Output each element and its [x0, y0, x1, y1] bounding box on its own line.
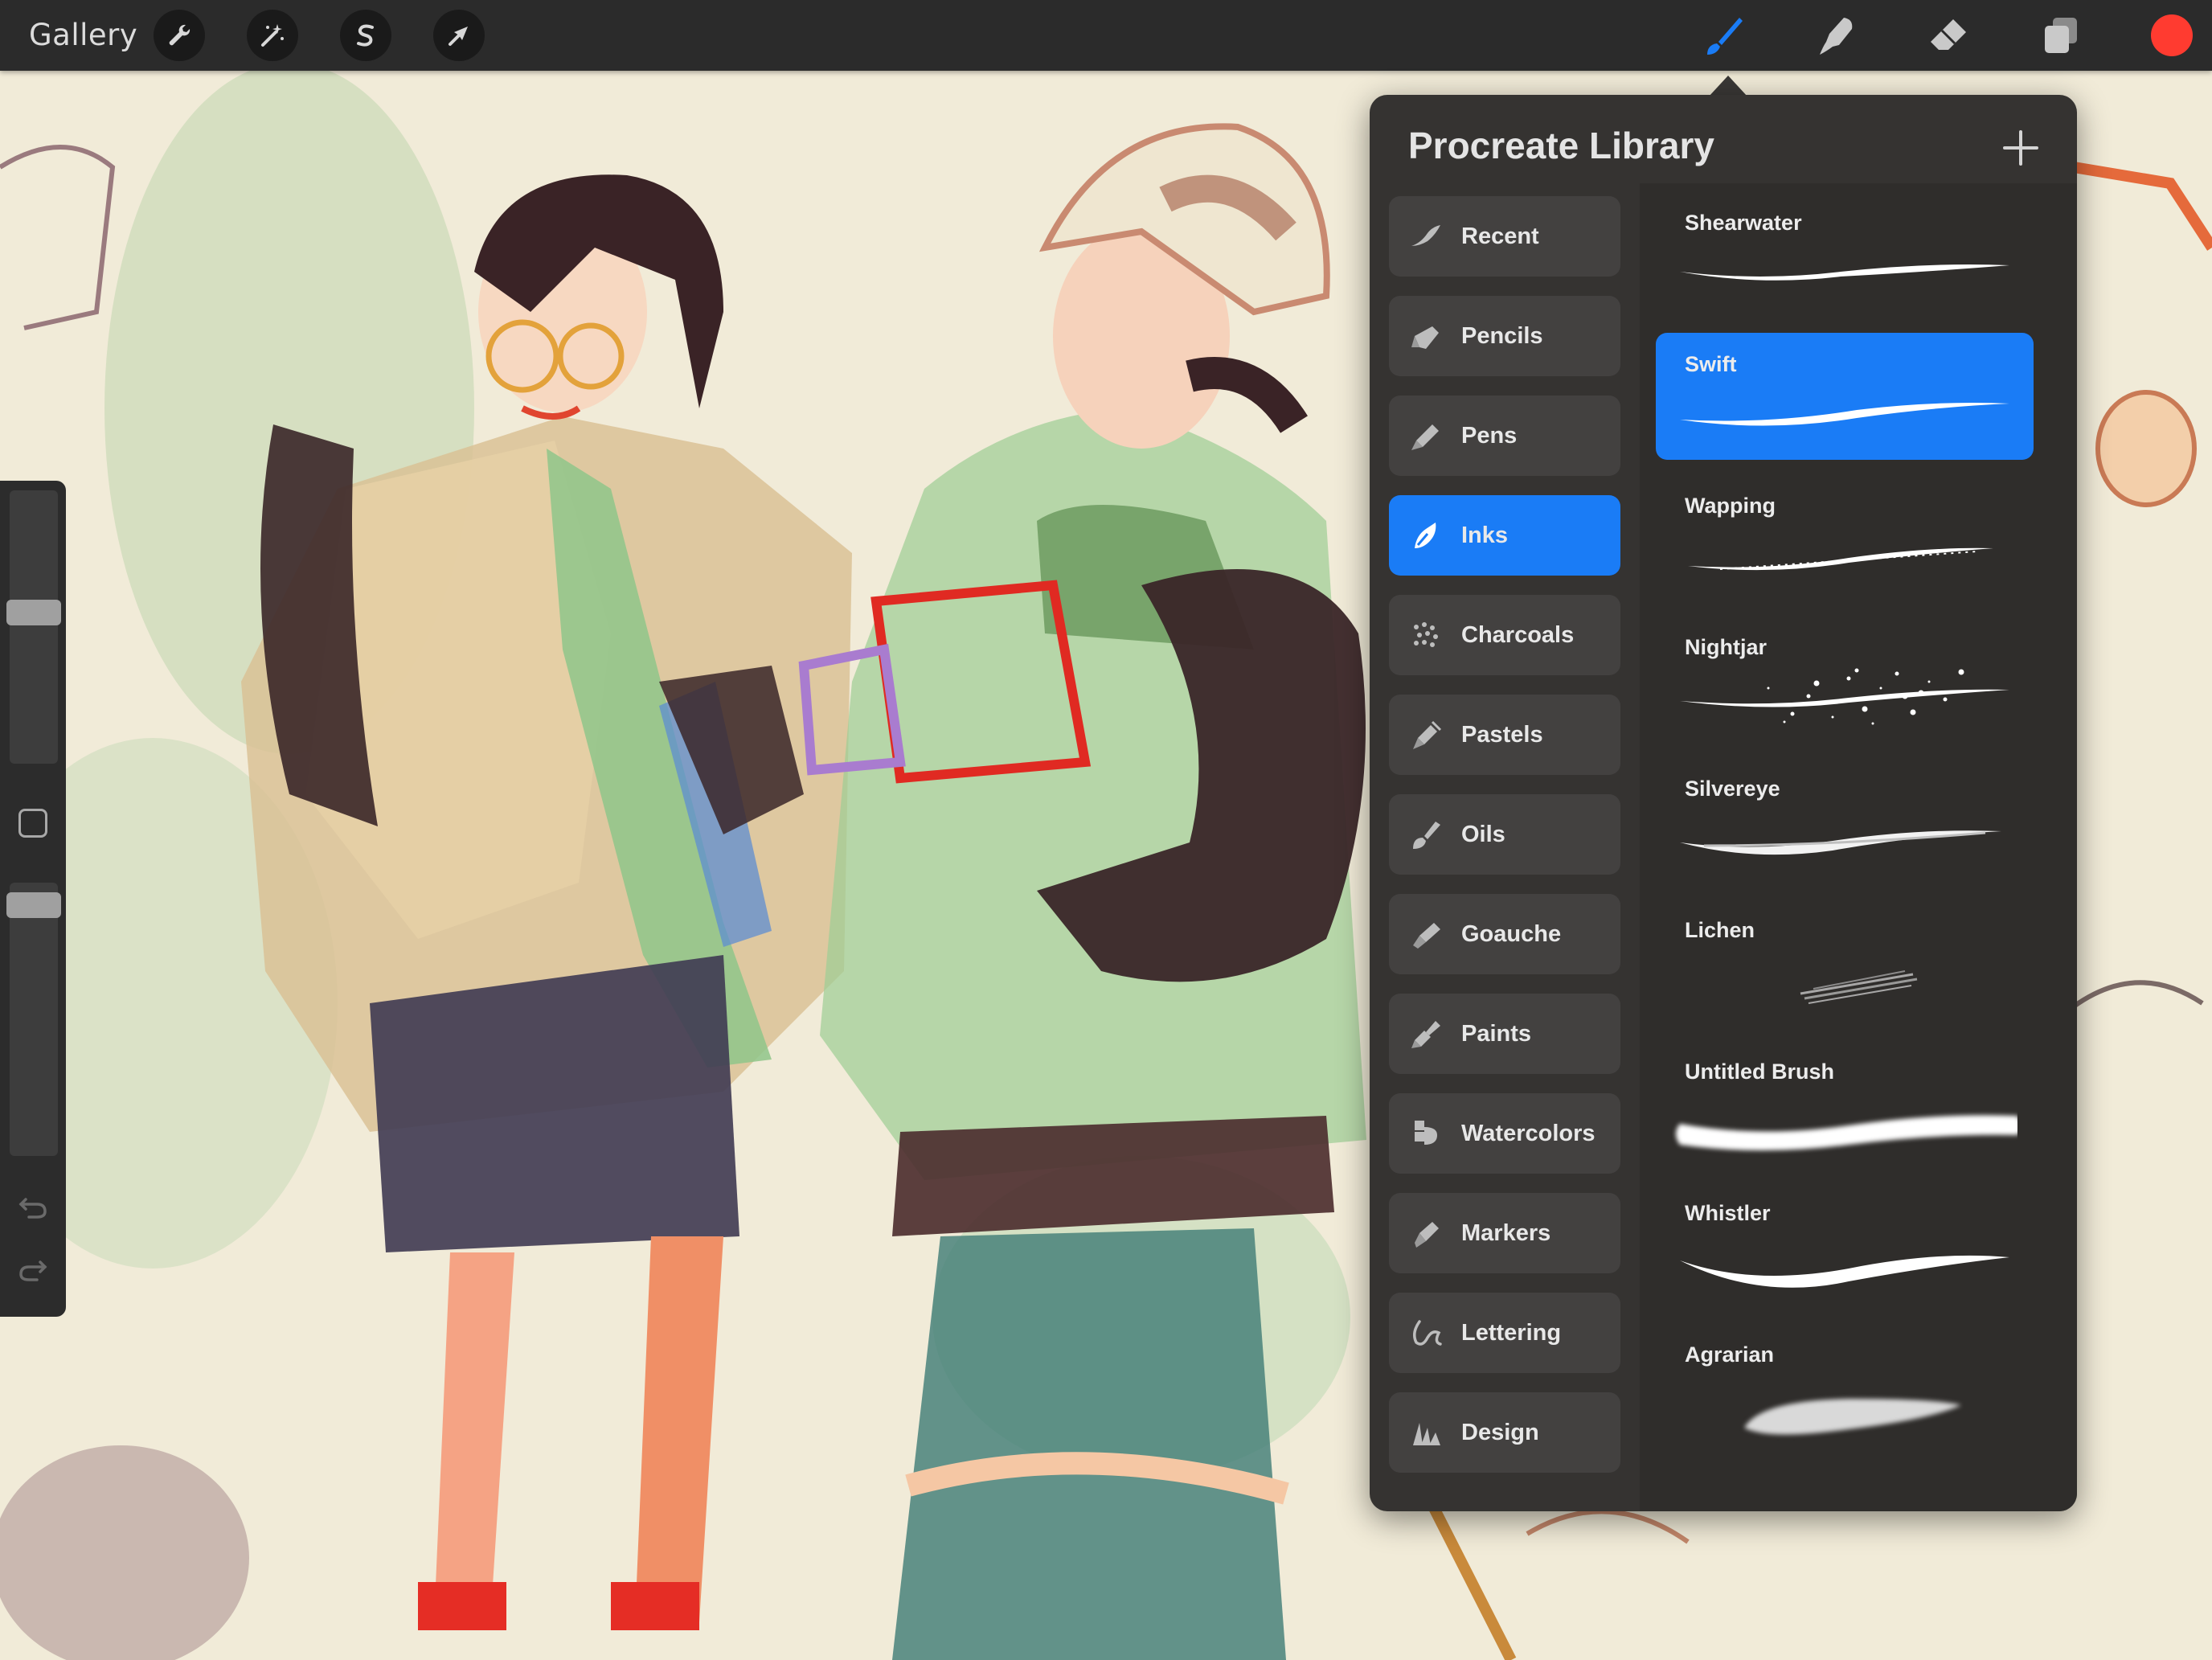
- brush-set-watercolors[interactable]: Watercolors: [1389, 1093, 1620, 1174]
- brush-name: Agrarian: [1685, 1342, 1775, 1367]
- brush-icon: [1707, 18, 1743, 55]
- brush-set-inks[interactable]: Inks: [1389, 495, 1620, 576]
- brush-shearwater[interactable]: Shearwater: [1656, 191, 2034, 318]
- brush-sets-list: Recent Pencils Pens Inks Charcoals Pastels Oil…: [1370, 183, 1640, 1511]
- left-sidebar: [0, 481, 66, 1317]
- eraser-tool-button[interactable]: [1921, 8, 1976, 63]
- pastel-icon: [1408, 717, 1444, 752]
- brush-set-label: Markers: [1461, 1219, 1551, 1246]
- brush-stroke-preview: [1676, 1115, 2017, 1150]
- brush-set-pastels[interactable]: Pastels: [1389, 695, 1620, 775]
- brush-set-label: Pastels: [1461, 721, 1543, 748]
- paint-brush-icon: [1408, 1016, 1444, 1051]
- brushes-list: Shearwater Swift Wapping Nightjar Silvereye L…: [1640, 183, 2077, 1511]
- opacity-thumb[interactable]: [6, 892, 61, 918]
- brush-name: Whistler: [1685, 1201, 1771, 1225]
- modify-square-icon[interactable]: [18, 809, 47, 838]
- actions-button[interactable]: [154, 10, 205, 61]
- brush-wapping[interactable]: Wapping: [1656, 474, 2034, 601]
- brush-set-label: Design: [1461, 1419, 1539, 1445]
- pen-icon: [1408, 418, 1444, 453]
- brush-set-label: Pens: [1461, 422, 1518, 449]
- brush-set-label: Watercolors: [1461, 1120, 1596, 1146]
- brush-set-label: Pencils: [1461, 322, 1543, 349]
- brush-stroke-preview: [1680, 668, 2009, 725]
- brush-swift[interactable]: Swift: [1656, 333, 2034, 460]
- watercolor-icon: [1408, 1116, 1444, 1151]
- lettering-icon: [1408, 1315, 1444, 1351]
- brush-set-recent[interactable]: Recent: [1389, 196, 1620, 277]
- eraser-icon: [1931, 19, 1966, 50]
- brush-set-lettering[interactable]: Lettering: [1389, 1293, 1620, 1373]
- popover-arrow: [1709, 76, 1747, 96]
- transform-button[interactable]: [433, 10, 485, 61]
- pencil-icon: [1408, 318, 1444, 354]
- brush-lichen[interactable]: Lichen: [1656, 899, 2034, 1026]
- brush-stroke-preview: [1680, 830, 2001, 855]
- brush-set-label: Paints: [1461, 1020, 1532, 1047]
- brush-set-label: Recent: [1461, 223, 1539, 249]
- brush-whistler[interactable]: Whistler: [1656, 1182, 2034, 1309]
- brush-name: Swift: [1685, 352, 1737, 376]
- brush-set-pens[interactable]: Pens: [1389, 396, 1620, 476]
- layers-tool-button[interactable]: [2034, 8, 2088, 63]
- opacity-slider[interactable]: [6, 883, 61, 1156]
- brush-set-label: Goauche: [1461, 920, 1562, 947]
- brush-set-label: Charcoals: [1461, 621, 1575, 648]
- brush-library-panel: Procreate Library Recent Pencils Pens Inks C…: [1370, 95, 2077, 1511]
- plus-icon[interactable]: [1997, 124, 2045, 172]
- brush-nightjar[interactable]: Nightjar: [1656, 616, 2034, 743]
- smudge-finger-icon: [1820, 18, 1853, 55]
- design-icon: [1408, 1415, 1444, 1450]
- selection-s-icon: [357, 24, 374, 47]
- brush-set-label: Lettering: [1461, 1319, 1562, 1346]
- brush-stroke-preview: [1680, 1255, 2009, 1288]
- brush-name: Shearwater: [1685, 211, 1802, 235]
- magic-wand-icon: [261, 24, 284, 47]
- recent-stroke-icon: [1408, 219, 1444, 254]
- brush-set-oils[interactable]: Oils: [1389, 794, 1620, 875]
- brush-agrarian[interactable]: Agrarian: [1656, 1323, 2034, 1450]
- brush-stroke-preview: [1688, 547, 1993, 571]
- smudge-tool-button[interactable]: [1809, 8, 1863, 63]
- gallery-button[interactable]: Gallery: [29, 13, 137, 58]
- brush-name: Lichen: [1685, 918, 1755, 942]
- charcoal-dots-icon: [1408, 617, 1444, 653]
- brush-name: Untitled Brush: [1685, 1060, 1834, 1084]
- brush-stroke-preview: [1800, 970, 1918, 1004]
- adjustments-button[interactable]: [247, 10, 298, 61]
- panel-title: Procreate Library: [1408, 125, 1714, 166]
- gouache-icon: [1408, 916, 1444, 952]
- color-swatch[interactable]: [2151, 14, 2193, 56]
- marker-icon: [1408, 1215, 1444, 1251]
- brush-set-paints[interactable]: Paints: [1389, 994, 1620, 1074]
- brush-size-thumb[interactable]: [6, 600, 61, 625]
- brush-set-charcoals[interactable]: Charcoals: [1389, 595, 1620, 675]
- ink-nib-icon: [1408, 518, 1444, 553]
- oil-brush-icon: [1408, 817, 1444, 852]
- brush-set-markers[interactable]: Markers: [1389, 1193, 1620, 1273]
- brush-set-label: Oils: [1461, 821, 1505, 847]
- undo-icon[interactable]: [16, 1188, 50, 1222]
- arrow-cursor-icon: [449, 27, 468, 46]
- brush-set-pencils[interactable]: Pencils: [1389, 296, 1620, 376]
- brush-set-goauche[interactable]: Goauche: [1389, 894, 1620, 974]
- brush-untitled-brush[interactable]: Untitled Brush: [1656, 1040, 2034, 1167]
- brush-name: Nightjar: [1685, 635, 1768, 659]
- brush-set-label: Inks: [1461, 522, 1509, 548]
- top-toolbar: Gallery: [0, 0, 2212, 71]
- brush-set-design[interactable]: Design: [1389, 1392, 1620, 1473]
- brush-stroke-preview: [1680, 264, 2009, 281]
- layers-icon: [2045, 18, 2077, 53]
- brush-name: Wapping: [1685, 494, 1776, 518]
- wrench-icon: [169, 24, 190, 46]
- brush-size-slider[interactable]: [6, 490, 61, 764]
- brush-tool-button[interactable]: [1696, 8, 1751, 63]
- brush-stroke-preview: [1680, 403, 2009, 426]
- redo-icon[interactable]: [16, 1256, 50, 1289]
- brush-silvereye[interactable]: Silvereye: [1656, 757, 2034, 884]
- selection-button[interactable]: [340, 10, 391, 61]
- brush-name: Silvereye: [1685, 777, 1780, 801]
- brush-stroke-preview: [1744, 1399, 1961, 1435]
